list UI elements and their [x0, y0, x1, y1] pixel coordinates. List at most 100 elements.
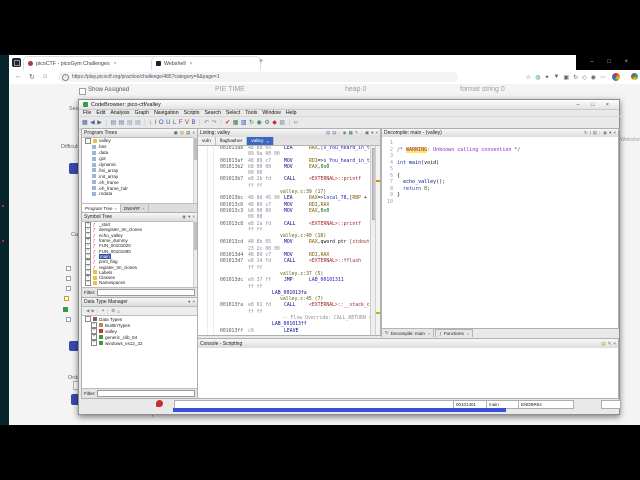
dtm-archive-windows_vs12_32[interactable]: + windows_vs12_32 [82, 340, 197, 346]
fields-edit-icon[interactable]: ▦ [349, 130, 353, 135]
pin-icon[interactable]: ▾ [188, 214, 190, 219]
program-trees-header[interactable]: Program Trees ▣ ▨ ▤ × [82, 129, 197, 138]
re-decompile-icon[interactable]: ↻ [584, 130, 588, 135]
copy-icon[interactable]: ▤ [110, 120, 116, 127]
challenge-title-format-string[interactable]: format string 0 [460, 86, 505, 93]
listing-row[interactable]: 001013fa e8 01 fd CALL <EXTERNAL>::__stack_… [198, 303, 371, 309]
extension-filter-icon[interactable]: ▼ [553, 74, 559, 80]
function-graph-icon[interactable]: ◉ [257, 120, 262, 127]
memory-map-icon[interactable]: ▥ [241, 120, 247, 127]
conflict-gear-icon[interactable]: ⚙ [111, 308, 115, 314]
menu-search[interactable]: Search [204, 110, 220, 116]
symbol-folder-namespaces[interactable]: + Namespaces [82, 279, 197, 286]
close-icon[interactable]: × [192, 214, 195, 219]
close-icon[interactable]: × [375, 130, 378, 135]
menu-dots-icon[interactable]: ⋯ [600, 74, 606, 81]
listing-overview-margin[interactable] [375, 146, 380, 335]
tab-decompile-main[interactable]: ↻ Decompile: main × [381, 328, 435, 337]
menu-analysis[interactable]: Analysis [110, 110, 129, 116]
menu-graph[interactable]: Graph [135, 110, 149, 116]
profile-person-icon[interactable]: ◉ [591, 74, 596, 81]
clear-console-icon[interactable]: ✎ [608, 341, 612, 346]
grid-view-icon[interactable]: ▩ [279, 120, 285, 127]
listing-row[interactable]: 001013b7 e8 2b fd CALL <EXTERNAL>::printf [198, 177, 371, 183]
redo-icon[interactable]: ↷ [212, 120, 217, 127]
extension-green-icon[interactable]: ◍ [535, 74, 540, 81]
extension-refresh-icon[interactable]: ↻ [573, 74, 578, 81]
tab-flaghasher[interactable]: flaghasher [215, 137, 248, 145]
listing-row[interactable]: 001013d7 e8 14 fd CALL <EXTERNAL>::fflush [198, 259, 371, 265]
new-tab-button[interactable]: + [259, 58, 263, 65]
console-output[interactable] [198, 348, 618, 398]
webshell-nav-fragment[interactable]: Webshell [620, 137, 640, 143]
browser-window-controls[interactable]: – □ × [590, 59, 634, 65]
category-checkbox[interactable] [66, 317, 71, 322]
scroll-lock-icon[interactable]: ▤ [601, 341, 605, 346]
next-type-icon[interactable]: ▶ [91, 308, 94, 314]
tab-search-icon[interactable] [12, 58, 21, 67]
favorites-icon[interactable]: ✦ [101, 308, 105, 314]
copy-icon[interactable]: ▤ [326, 130, 330, 135]
mark-f-icon[interactable]: F [179, 120, 183, 127]
close-icon[interactable]: × [192, 299, 195, 304]
category-checkbox[interactable] [66, 266, 71, 271]
dropdown-icon[interactable]: ▾ [188, 299, 190, 304]
prev-type-icon[interactable]: ◀ [86, 308, 89, 314]
edit-pencil-icon[interactable]: ✎ [355, 130, 359, 135]
export-icon[interactable]: ▤ [593, 130, 597, 135]
expand-tree-icon[interactable]: ▣ [174, 130, 178, 135]
mark-i-icon[interactable]: I [155, 120, 157, 127]
paste-icon[interactable]: ▤ [332, 130, 336, 135]
validate-check-icon[interactable]: ✔ [225, 120, 230, 127]
dropdown-icon[interactable]: ▾ [609, 130, 611, 135]
tree-section.rodata[interactable]: .rodata [82, 191, 197, 196]
symbol-tree-header[interactable]: Symbol Tree ◉ ▾ × [82, 213, 197, 222]
close-icon[interactable]: × [192, 130, 195, 135]
tab-functions[interactable]: ƒ Functions × [435, 329, 474, 337]
dtm-header[interactable]: Data Type Manager ▾ × [82, 298, 197, 307]
tab-valley[interactable]: valley × [247, 137, 274, 145]
diff-view-icon[interactable]: ▣ [365, 130, 369, 135]
link-icon[interactable]: ∞ [294, 120, 298, 127]
url-bar[interactable]: i https://play.picoctf.org/practice/chal… [58, 72, 458, 82]
tab-program-tree[interactable]: Program Tree × [82, 204, 121, 212]
dtm-filter-input[interactable] [97, 390, 195, 397]
diamond-patch-icon[interactable]: ◆ [272, 120, 277, 127]
close-icon[interactable]: × [613, 341, 616, 346]
symbol-filter-input[interactable] [97, 289, 195, 296]
mark-o-icon[interactable]: O [159, 120, 164, 127]
new-tree-icon[interactable]: ▤ [186, 130, 190, 135]
open-folder-icon[interactable]: ▨ [180, 130, 184, 135]
mark-v-icon[interactable]: V [185, 120, 189, 127]
snapshot-camera-icon[interactable]: ◉ [603, 130, 607, 135]
menu-scripts[interactable]: Scripts [184, 110, 200, 116]
mark-u-icon[interactable]: U [166, 120, 170, 127]
listing-row[interactable]: 001013cd 48 8b 05 MOV RAX,qword ptr [stdout… [198, 240, 371, 246]
save-icon[interactable]: ▦ [82, 120, 88, 127]
listing-body[interactable]: 001013a8 48 8d 05 LEA RAX,[s_You_heard_in_t… [198, 146, 371, 335]
tab-dwarf[interactable]: DWARF × [121, 204, 149, 212]
forward-nav-icon[interactable]: ▶ [97, 120, 102, 127]
listing-row[interactable]: 001013ff c9 LEAVE [198, 329, 371, 335]
extension-spark-icon[interactable]: ✦ [544, 74, 549, 81]
tab-close-icon[interactable]: × [190, 61, 193, 67]
profile-avatar[interactable] [612, 73, 620, 81]
extension-frame-icon[interactable]: ▣ [563, 74, 569, 81]
snapshot-icon[interactable]: ◉ [343, 130, 347, 135]
menu-navigation[interactable]: Navigation [154, 110, 179, 116]
category-checkbox[interactable] [66, 276, 71, 281]
undo-icon[interactable]: ↶ [204, 120, 209, 127]
refresh-icon[interactable]: ↻ [29, 73, 35, 81]
list-options-icon[interactable]: ≡ [117, 309, 120, 314]
challenge-title-heap0[interactable]: heap 0 [345, 86, 366, 93]
info-icon[interactable]: i [590, 130, 591, 135]
paste-special-icon[interactable]: ▤ [135, 120, 141, 127]
tab-close-icon[interactable]: × [114, 61, 117, 67]
back-nav-icon[interactable]: ◀ [90, 120, 95, 127]
decompiler-line[interactable]: 10 [382, 199, 618, 206]
extension-misc-icon[interactable]: ◇ [582, 74, 587, 81]
back-icon[interactable]: ← [15, 73, 22, 80]
listing-row[interactable]: 001013c8 e8 2a fd CALL <EXTERNAL>::printf [198, 222, 371, 228]
bookmark-star-icon[interactable]: ☆ [526, 74, 531, 81]
menu-file[interactable]: File [83, 110, 91, 116]
